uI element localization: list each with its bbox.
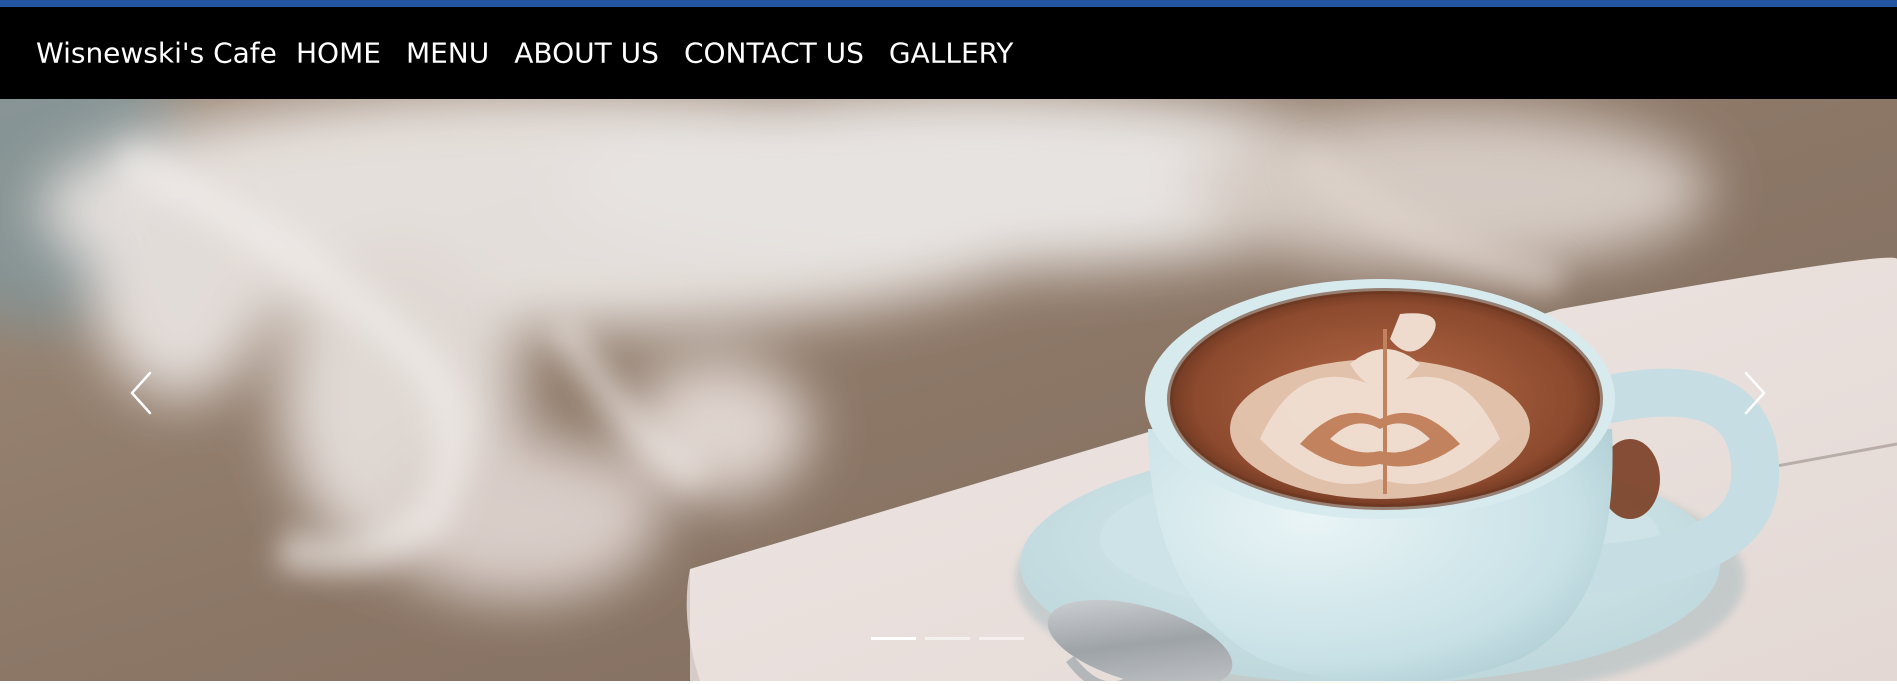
carousel-indicator-2[interactable] [925, 637, 970, 640]
nav-link-gallery[interactable]: GALLERY [889, 37, 1014, 70]
carousel-prev-button[interactable] [112, 363, 172, 423]
navbar: Wisnewski's Cafe HOME MENU ABOUT US CONT… [0, 7, 1897, 99]
nav-link-about-us[interactable]: ABOUT US [514, 37, 659, 70]
nav-link-contact-us[interactable]: CONTACT US [684, 37, 864, 70]
nav-item-contact-us: CONTACT US [684, 37, 864, 70]
coffee-cup-slide-image [0, 99, 1897, 681]
nav-item-about-us: ABOUT US [514, 37, 659, 70]
top-accent-strip [0, 0, 1897, 7]
nav-item-gallery: GALLERY [889, 37, 1014, 70]
nav-link-home[interactable]: HOME [296, 37, 381, 70]
nav-item-menu: MENU [406, 37, 489, 70]
nav-links: HOME MENU ABOUT US CONTACT US GALLERY [296, 37, 1013, 70]
hero-carousel [0, 99, 1897, 681]
carousel-indicator-3[interactable] [979, 637, 1024, 640]
chevron-right-icon [1744, 371, 1766, 415]
brand-link[interactable]: Wisnewski's Cafe [36, 37, 277, 70]
carousel-next-button[interactable] [1724, 363, 1784, 423]
carousel-indicator-1[interactable] [871, 637, 916, 640]
carousel-indicators [871, 637, 1024, 640]
nav-link-menu[interactable]: MENU [406, 37, 489, 70]
nav-item-home: HOME [296, 37, 381, 70]
chevron-left-icon [130, 371, 152, 415]
